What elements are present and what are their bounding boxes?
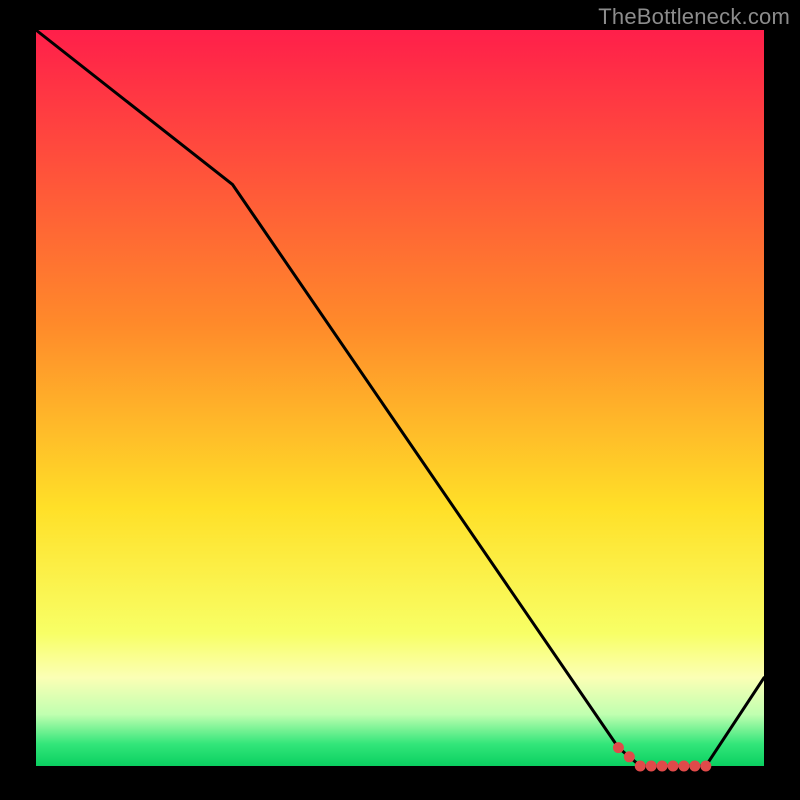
marker-dot bbox=[657, 761, 668, 772]
watermark-text: TheBottleneck.com bbox=[598, 4, 790, 30]
marker-dot bbox=[635, 761, 646, 772]
marker-dot bbox=[678, 761, 689, 772]
marker-dot bbox=[624, 751, 635, 762]
bottleneck-chart bbox=[0, 0, 800, 800]
marker-dot bbox=[668, 761, 679, 772]
marker-dot bbox=[700, 761, 711, 772]
plot-background bbox=[36, 30, 764, 766]
chart-frame: TheBottleneck.com bbox=[0, 0, 800, 800]
marker-dot bbox=[613, 742, 624, 753]
marker-dot bbox=[689, 761, 700, 772]
marker-dot bbox=[646, 761, 657, 772]
